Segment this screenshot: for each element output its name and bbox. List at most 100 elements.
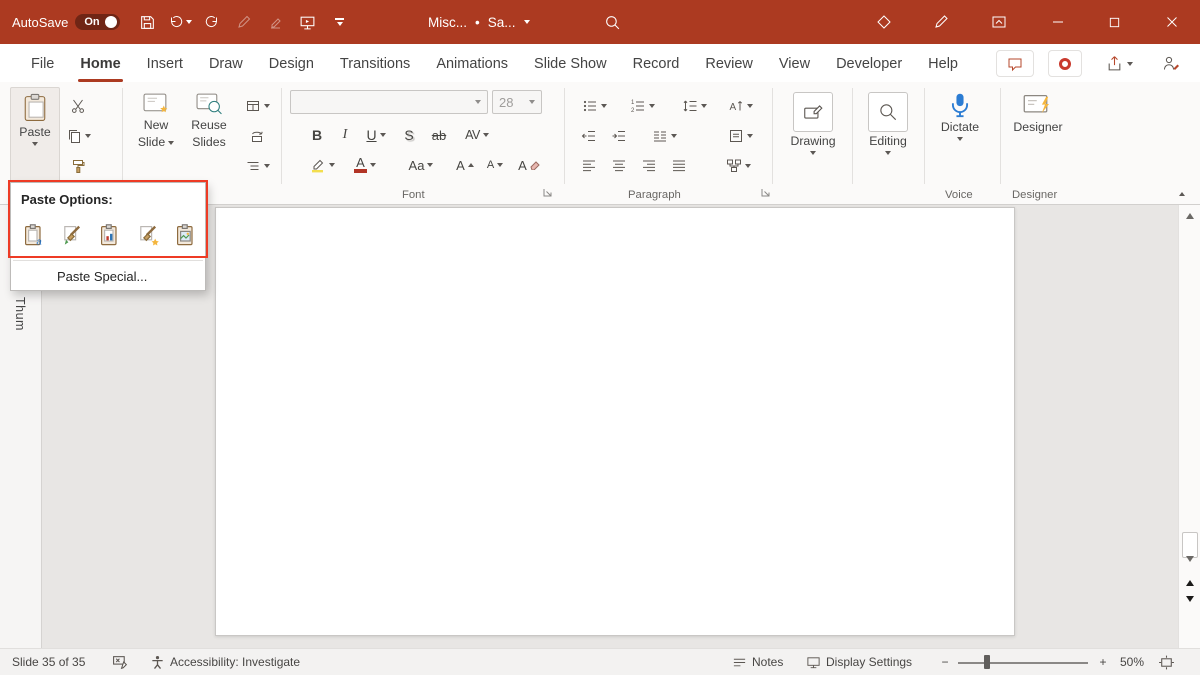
tab-developer[interactable]: Developer [823, 46, 915, 82]
tab-view[interactable]: View [766, 46, 823, 82]
drawing-group-button[interactable]: Drawing [782, 87, 844, 182]
accessibility-checker-button[interactable]: Accessibility: Investigate [150, 649, 300, 675]
font-size-select[interactable]: 28 [492, 90, 542, 114]
underline-button[interactable]: U [360, 122, 392, 148]
fit-slide-to-window-button[interactable] [1158, 649, 1175, 675]
paste-special-menu-item[interactable]: Paste Special... [11, 263, 205, 290]
tab-animations[interactable]: Animations [423, 46, 521, 82]
slide-canvas[interactable] [215, 207, 1015, 636]
tab-home[interactable]: Home [67, 46, 133, 82]
editing-group-button[interactable]: Editing [858, 87, 918, 182]
slide-indicator[interactable]: Slide 35 of 35 [12, 649, 85, 675]
align-text-button[interactable] [722, 124, 758, 148]
tab-insert[interactable]: Insert [134, 46, 196, 82]
reuse-slides-button[interactable]: Reuse Slides [184, 87, 234, 182]
customize-qat-button[interactable] [324, 0, 356, 44]
zoom-slider-track[interactable] [958, 662, 1088, 664]
tab-help[interactable]: Help [915, 46, 971, 82]
zoom-out-button[interactable]: − [938, 649, 952, 675]
previous-slide-button[interactable] [1179, 572, 1200, 590]
tab-file[interactable]: File [18, 46, 67, 82]
text-highlight-button[interactable] [304, 152, 340, 178]
collapse-ribbon-button[interactable] [1172, 186, 1192, 202]
notes-button[interactable]: Notes [732, 649, 783, 675]
increase-font-size-button[interactable]: A [452, 152, 478, 178]
undo-button[interactable] [164, 0, 196, 44]
scroll-up-button[interactable] [1179, 205, 1200, 223]
tab-slide-show[interactable]: Slide Show [521, 46, 620, 82]
paste-picture-button[interactable] [172, 221, 200, 249]
bold-button[interactable]: B [304, 122, 330, 148]
vertical-scrollbar[interactable] [1178, 205, 1200, 648]
share-button[interactable] [1094, 50, 1144, 77]
autosave-switch[interactable]: On [75, 14, 119, 30]
numbering-button[interactable]: 12 [624, 94, 660, 118]
paste-embed-button[interactable] [96, 221, 124, 249]
decrease-indent-button[interactable] [576, 124, 602, 148]
comments-button[interactable] [996, 50, 1034, 77]
designer-button[interactable]: Designer [1006, 87, 1070, 173]
paste-keep-source-formatting-picture-button[interactable] [134, 221, 162, 249]
redo-button[interactable] [196, 0, 228, 44]
font-dialog-launcher[interactable] [542, 187, 553, 198]
cut-button[interactable] [64, 94, 92, 118]
display-settings-button[interactable]: Display Settings [806, 649, 912, 675]
premium-button[interactable] [866, 0, 902, 44]
align-center-button[interactable] [606, 154, 632, 178]
proofing-status-button[interactable] [112, 649, 129, 675]
line-spacing-button[interactable] [676, 94, 712, 118]
copy-button[interactable] [64, 124, 92, 148]
maximize-button[interactable] [1086, 0, 1143, 44]
slide-layout-button[interactable] [238, 94, 276, 118]
paste-keep-source-formatting-button[interactable] [58, 221, 86, 249]
text-direction-button[interactable]: A [722, 94, 758, 118]
presence-button[interactable] [1152, 50, 1190, 77]
autosave-toggle[interactable]: AutoSave On [12, 14, 120, 30]
align-right-button[interactable] [636, 154, 662, 178]
section-button[interactable] [238, 154, 276, 178]
paragraph-dialog-launcher[interactable] [760, 187, 771, 198]
justify-button[interactable] [666, 154, 692, 178]
paste-use-destination-theme-button[interactable]: a [20, 221, 48, 249]
tab-transitions[interactable]: Transitions [327, 46, 423, 82]
font-name-select[interactable] [290, 90, 488, 114]
zoom-in-button[interactable]: + [1096, 649, 1110, 675]
tab-record[interactable]: Record [620, 46, 693, 82]
increase-indent-button[interactable] [606, 124, 632, 148]
bullets-button[interactable] [576, 94, 612, 118]
document-title[interactable]: Misc... • Sa... [428, 0, 530, 44]
start-presentation-button[interactable] [292, 0, 324, 44]
character-spacing-button[interactable]: AV [458, 122, 496, 148]
scroll-down-button[interactable] [1179, 552, 1200, 570]
tab-review[interactable]: Review [692, 46, 766, 82]
tab-design[interactable]: Design [256, 46, 327, 82]
ink-pen-button[interactable] [228, 0, 260, 44]
decrease-font-size-button[interactable]: A [482, 152, 508, 178]
ribbon-display-options-button[interactable] [981, 0, 1017, 44]
new-slide-button[interactable]: New Slide [130, 87, 182, 182]
columns-button[interactable] [646, 124, 682, 148]
convert-to-smartart-button[interactable] [716, 154, 760, 178]
clear-formatting-button[interactable]: A [514, 152, 544, 178]
font-color-button[interactable]: A [348, 152, 382, 178]
draw-tools-button[interactable] [923, 0, 959, 44]
zoom-level-button[interactable]: 50% [1120, 649, 1144, 675]
next-slide-button[interactable] [1179, 592, 1200, 610]
ink-highlighter-button[interactable] [260, 0, 292, 44]
tab-draw[interactable]: Draw [196, 46, 256, 82]
dictate-button[interactable]: Dictate [930, 87, 990, 173]
paste-button[interactable]: Paste [10, 87, 60, 182]
align-left-button[interactable] [576, 154, 602, 178]
close-button[interactable] [1143, 0, 1200, 44]
strikethrough-button[interactable]: ab [424, 122, 454, 148]
reset-slide-button[interactable] [238, 124, 276, 148]
text-shadow-button[interactable]: S [396, 122, 422, 148]
save-button[interactable] [132, 0, 164, 44]
change-case-button[interactable]: Aa [402, 152, 440, 178]
zoom-slider-thumb[interactable] [984, 655, 990, 669]
italic-button[interactable]: I [332, 122, 358, 148]
format-painter-button[interactable] [64, 154, 92, 178]
minimize-button[interactable] [1029, 0, 1086, 44]
search-button[interactable] [596, 0, 628, 44]
record-button[interactable] [1048, 50, 1082, 77]
